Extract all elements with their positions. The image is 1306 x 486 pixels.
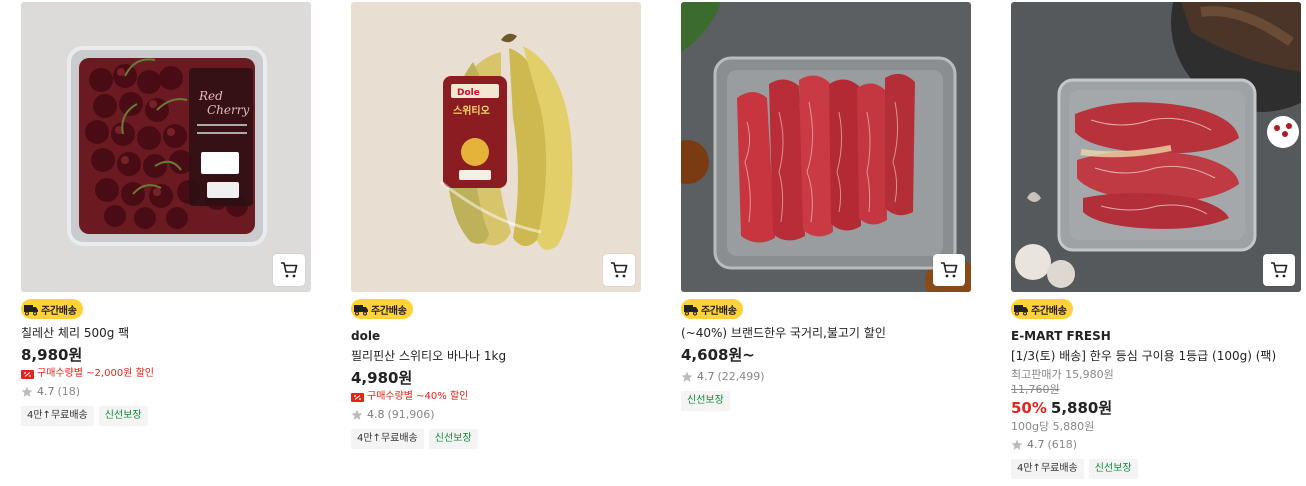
truck-icon (353, 301, 369, 317)
review-count: (22,499) (717, 370, 765, 383)
badge-label: 주간배송 (1031, 305, 1067, 317)
product-name[interactable]: [1/3(토) 배송] 한우 등심 구이용 1등급 (100g) (팩) (1011, 348, 1301, 364)
add-to-cart-button[interactable] (273, 254, 305, 286)
product-card[interactable]: Red Cherry 주간배송 칠레산 체리 500g 팩 8,980원 구매수… (21, 2, 311, 426)
rating-score: 4.8 (367, 408, 385, 421)
product-name[interactable]: 필리핀산 스위티오 바나나 1kg (351, 348, 641, 364)
coupon-icon (351, 392, 364, 402)
review-count: (618) (1047, 438, 1078, 451)
rating-score: 4.7 (37, 385, 55, 398)
rating-score: 4.7 (697, 370, 715, 383)
truck-icon (23, 301, 39, 317)
product-image[interactable] (681, 2, 971, 292)
cart-icon (281, 262, 298, 278)
review-count: (91,906) (387, 408, 435, 421)
freshness-guarantee-tag: 신선보장 (98, 406, 148, 426)
quantity-discount: 구매수량별 ~2,000원 할인 (21, 367, 311, 381)
product-image[interactable]: Dole 스위티오 (351, 2, 641, 292)
weekly-delivery-badge: 주간배송 (681, 299, 743, 319)
coupon-text: 구매수량별 ~2,000원 할인 (37, 368, 154, 379)
coupon-icon (21, 369, 34, 379)
badge-label: 주간배송 (371, 305, 407, 317)
free-shipping-tag: 4만↑무료배송 (351, 429, 424, 449)
product-card[interactable]: 주간배송 E-MART FRESH [1/3(토) 배송] 한우 등심 구이용 … (1011, 2, 1301, 479)
truck-icon (683, 301, 699, 317)
cart-icon (941, 262, 958, 278)
add-to-cart-button[interactable] (933, 254, 965, 286)
best-price-label: 최고판매가 15,980원 (1011, 368, 1114, 381)
truck-icon (1013, 301, 1029, 317)
freshness-guarantee-tag: 신선보장 (1088, 459, 1138, 479)
svg-text:Red: Red (198, 89, 223, 103)
weekly-delivery-badge: 주간배송 (21, 299, 83, 319)
original-price: 11,760원 (1011, 383, 1060, 396)
add-to-cart-button[interactable] (603, 254, 635, 286)
product-name[interactable]: (~40%) 브랜드한우 국거리,불고기 할인 (681, 325, 971, 341)
rating: 4.7 (22,499) (681, 369, 971, 385)
product-price: 4,608원~ (681, 346, 755, 364)
product-price: 5,880원 (1050, 399, 1113, 417)
rating: 4.8 (91,906) (351, 407, 641, 423)
rating: 4.7 (618) (1011, 437, 1301, 453)
weekly-delivery-badge: 주간배송 (351, 299, 413, 319)
review-count: (18) (57, 385, 81, 398)
free-shipping-tag: 4만↑무료배송 (21, 406, 94, 426)
svg-text:스위티오: 스위티오 (453, 104, 490, 117)
svg-text:Cherry: Cherry (207, 103, 249, 117)
product-price: 8,980원 (21, 346, 83, 364)
product-price: 4,980원 (351, 369, 413, 387)
discount-rate: 50% (1011, 399, 1047, 417)
cart-icon (611, 262, 628, 278)
svg-text:Dole: Dole (457, 88, 480, 98)
quantity-discount: 구매수량별 ~40% 할인 (351, 390, 641, 404)
rating-score: 4.7 (1027, 438, 1045, 451)
freshness-guarantee-tag: 신선보장 (681, 391, 730, 411)
coupon-text: 구매수량별 ~40% 할인 (367, 391, 469, 402)
rating: 4.7 (18) (21, 384, 311, 400)
product-card[interactable]: 주간배송 (~40%) 브랜드한우 국거리,불고기 할인 4,608원~ 4.7… (681, 2, 971, 411)
star-icon (351, 409, 363, 420)
product-image[interactable] (1011, 2, 1301, 292)
unit-price: 100g당 5,880원 (1011, 420, 1095, 433)
product-name[interactable]: 칠레산 체리 500g 팩 (21, 325, 311, 341)
star-icon (1011, 439, 1023, 450)
star-icon (681, 371, 693, 382)
product-image[interactable]: Red Cherry (21, 2, 311, 292)
product-card[interactable]: Dole 스위티오 주간배송 dole 필리핀산 스위티오 바나나 1kg 4,… (351, 2, 641, 449)
freshness-guarantee-tag: 신선보장 (428, 429, 478, 449)
badge-label: 주간배송 (41, 305, 77, 317)
star-icon (21, 386, 33, 397)
add-to-cart-button[interactable] (1263, 254, 1295, 286)
weekly-delivery-badge: 주간배송 (1011, 299, 1073, 319)
cart-icon (1271, 262, 1288, 278)
product-brand: E-MART FRESH (1011, 329, 1111, 343)
free-shipping-tag: 4만↑무료배송 (1011, 459, 1084, 479)
badge-label: 주간배송 (701, 305, 737, 317)
product-brand: dole (351, 329, 381, 343)
